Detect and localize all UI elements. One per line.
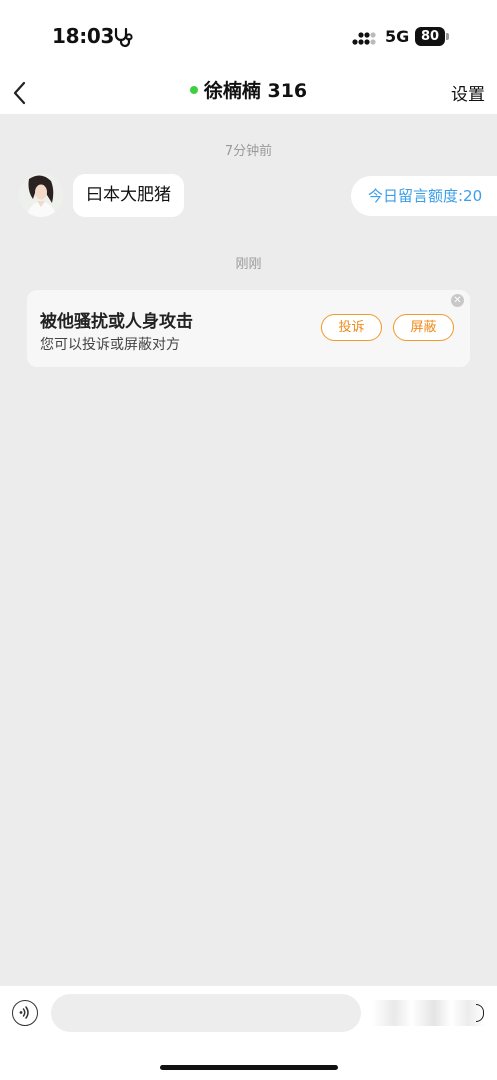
stethoscope-icon bbox=[114, 27, 133, 48]
message-input[interactable] bbox=[51, 994, 361, 1032]
close-icon[interactable]: ✕ bbox=[451, 294, 464, 307]
online-status-dot bbox=[189, 85, 198, 94]
network-type: 5G bbox=[385, 27, 410, 46]
report-card-title: 被他骚扰或人身攻击 bbox=[40, 312, 193, 332]
signal-icon bbox=[352, 32, 376, 45]
contact-name: 徐楠楠 316 bbox=[203, 80, 308, 102]
home-indicator bbox=[160, 1065, 338, 1070]
harassment-report-card: ✕ 被他骚扰或人身攻击 您可以投诉或屏蔽对方 投诉 屏蔽 bbox=[27, 290, 470, 367]
voice-icon[interactable] bbox=[12, 1000, 38, 1026]
message-quota-badge: 今日留言额度:20 bbox=[351, 176, 497, 216]
status-time: 18:03 bbox=[52, 24, 115, 48]
report-card-subtitle: 您可以投诉或屏蔽对方 bbox=[40, 337, 180, 353]
chat-title: 徐楠楠 316 bbox=[0, 76, 497, 103]
status-bar: 18:03 5G 80 bbox=[0, 0, 497, 72]
battery-cap bbox=[446, 33, 449, 40]
complain-button[interactable]: 投诉 bbox=[321, 314, 382, 341]
incoming-message-bubble[interactable]: 曰本大肥猪 bbox=[73, 174, 184, 217]
emoji-and-more-toolbar[interactable] bbox=[372, 1000, 485, 1026]
settings-button[interactable]: 设置 bbox=[451, 80, 485, 105]
avatar[interactable] bbox=[19, 173, 63, 217]
message-timestamp: 刚刚 bbox=[235, 257, 262, 272]
message-timestamp: 7分钟前 bbox=[224, 144, 273, 159]
block-button[interactable]: 屏蔽 bbox=[393, 314, 454, 341]
chat-header: 徐楠楠 316 设置 bbox=[0, 72, 497, 114]
battery-level: 80 bbox=[415, 27, 445, 46]
